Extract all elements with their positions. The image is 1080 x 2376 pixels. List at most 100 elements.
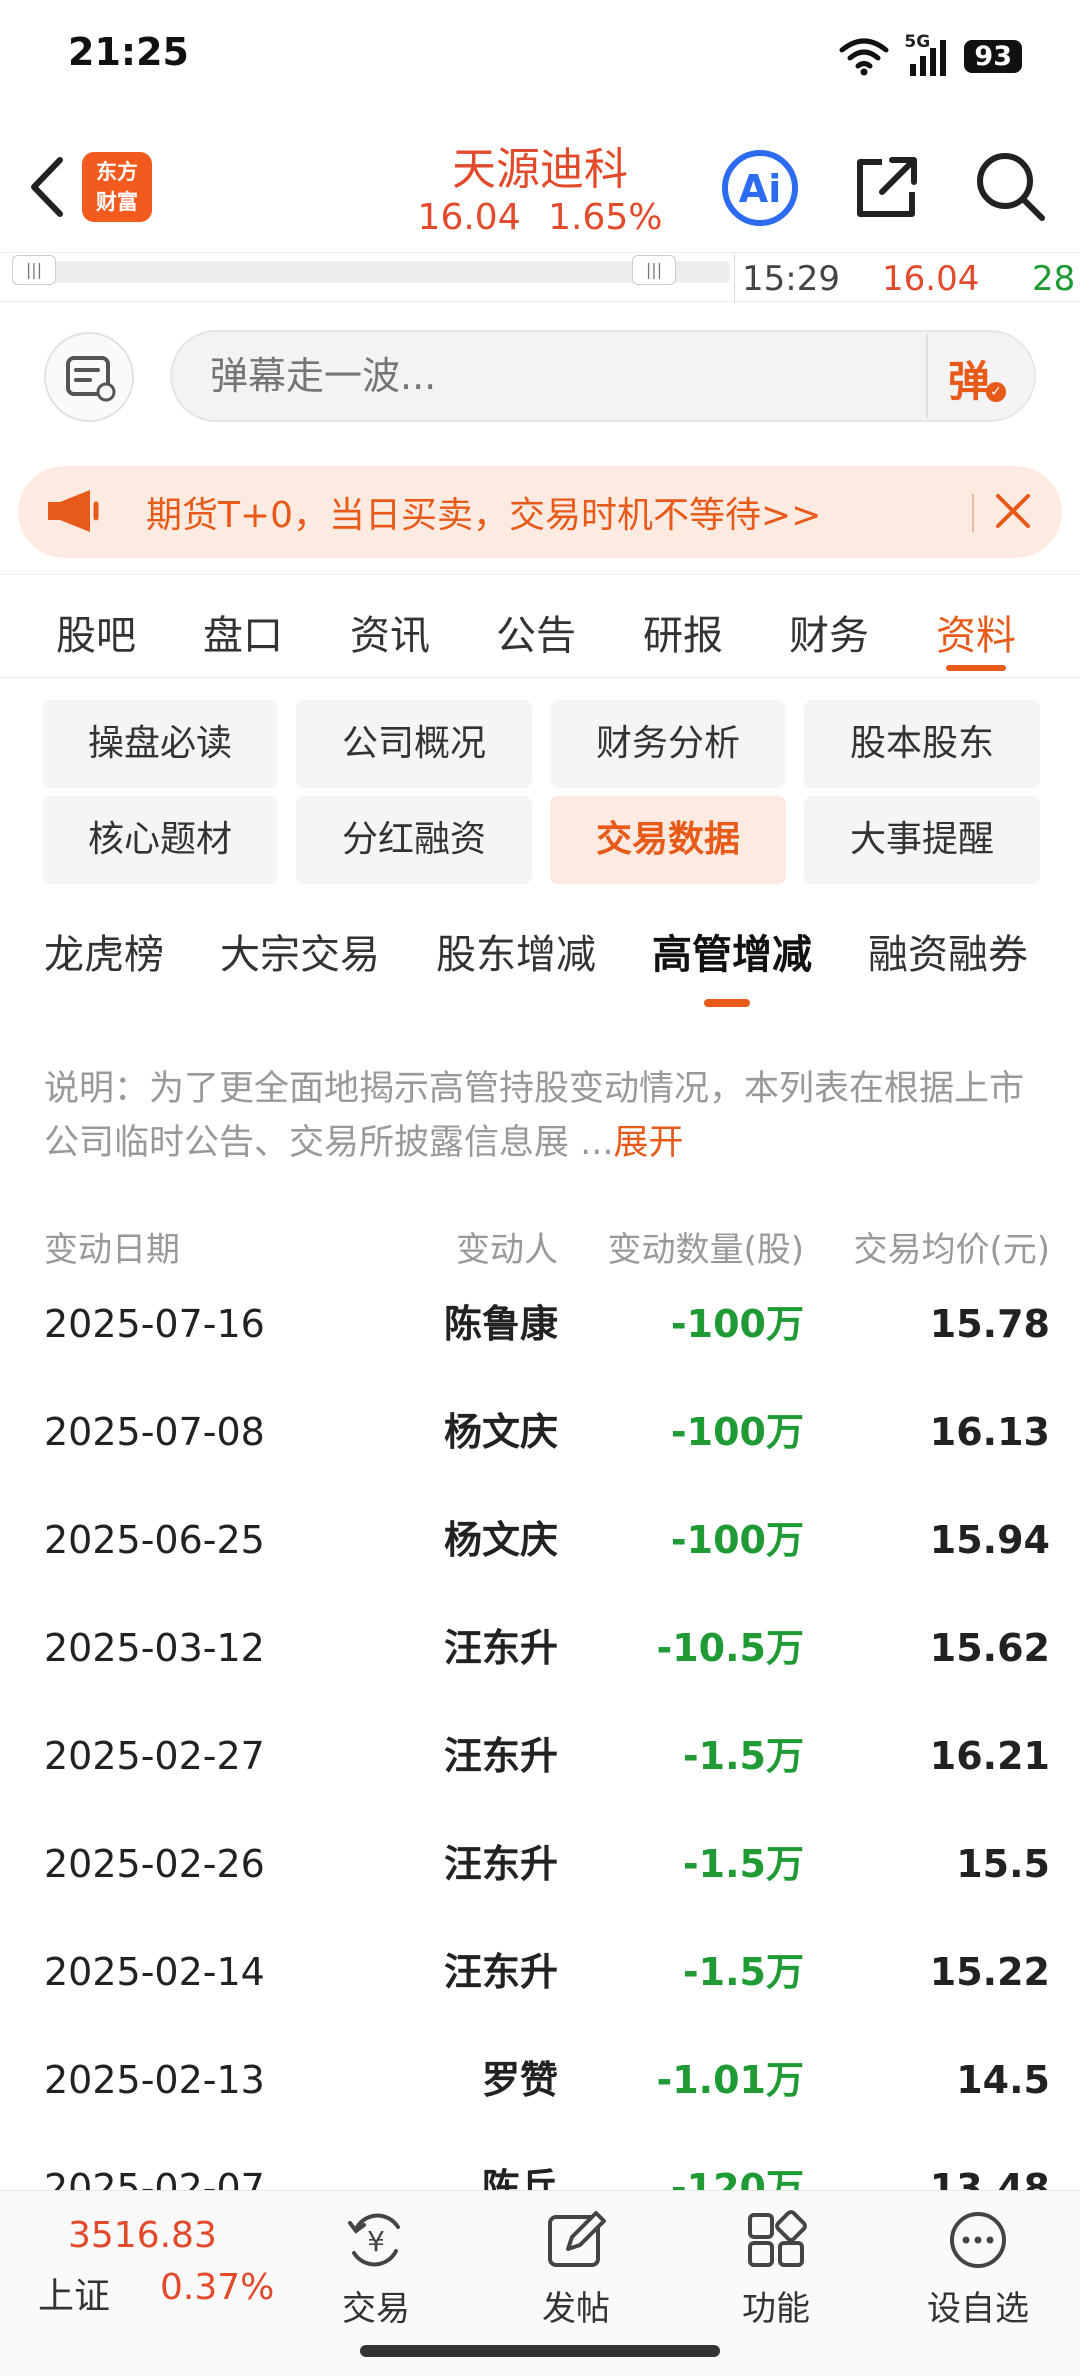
timeline-divider [734,253,735,303]
col-header-date: 变动日期 [44,1230,180,1270]
cell-quantity: -1.5万 [682,1950,804,1994]
index-value: 3516.83 [68,2215,217,2256]
yuan-cycle-icon: ¥ [348,2213,400,2267]
cell-quantity: -1.5万 [682,1842,804,1886]
network-type: 5G [904,32,931,52]
main-tab-indicator [946,665,1006,671]
expand-link[interactable]: 展开 [614,1123,684,1163]
cell-date: 2025-02-13 [44,2058,265,2102]
cell-price: 15.94 [929,1518,1050,1562]
close-icon[interactable] [990,488,1036,534]
cell-quantity: -100万 [670,1302,804,1346]
cell-price: 15.22 [929,1950,1050,1994]
nav-trade[interactable]: ¥ 交易 [306,2209,446,2330]
chip-shareholders[interactable]: 股本股东 [804,700,1040,788]
subtab-dragon-tiger[interactable]: 龙虎榜 [44,922,164,980]
subtab-block-trades[interactable]: 大宗交易 [220,922,380,980]
ai-assistant-icon[interactable]: Ai [720,148,800,228]
subtab-indicator [704,999,750,1007]
home-indicator[interactable] [360,2345,720,2357]
timeline-handle-left[interactable]: ||| [12,255,56,285]
grid-icon [748,2210,807,2267]
cell-date: 2025-07-08 [44,1410,265,1454]
danmu-divider [926,334,928,418]
tab-announcements[interactable]: 公告 [496,603,576,661]
danmu-settings-icon [66,356,116,402]
nav-functions[interactable]: 功能 [706,2209,846,2330]
cell-person: 汪东升 [443,1950,558,1994]
timeline-handle-right[interactable]: ||| [632,255,676,285]
tab-guba[interactable]: 股吧 [56,603,136,661]
status-icons: 5G 93 [838,32,1022,76]
cell-person: 汪东升 [443,1734,558,1778]
danmu-check-icon: ✓ [986,382,1006,402]
timeline-price: 16.04 [882,259,980,299]
cell-date: 2025-02-27 [44,1734,265,1778]
cell-price: 14.5 [956,2058,1050,2102]
chip-major-events[interactable]: 大事提醒 [804,796,1040,884]
cell-person: 杨文庆 [443,1518,558,1562]
chip-financial-analysis[interactable]: 财务分析 [550,700,786,788]
stock-change-pct: 1.65% [548,197,663,238]
status-time: 21:25 [68,30,189,74]
chip-core-themes[interactable]: 核心题材 [42,796,278,884]
promo-banner[interactable]: 期货T+0，当日买卖，交易时机不等待>> [18,466,1062,558]
chip-trading-data[interactable]: 交易数据 [550,796,786,884]
table-row[interactable]: 2025-06-25 杨文庆 -100万 15.94 [0,1486,1080,1594]
table-row[interactable]: 2025-02-13 罗赞 -1.01万 14.5 [0,2026,1080,2134]
cell-quantity: -1.01万 [656,2058,804,2102]
tab-research[interactable]: 研报 [643,603,723,661]
col-header-person: 变动人 [456,1230,558,1270]
col-header-avg-price: 交易均价(元) [853,1230,1050,1270]
danmu-settings-button[interactable] [44,332,134,422]
cell-price: 16.13 [929,1410,1050,1454]
nav-add-watchlist[interactable]: 设自选 [908,2209,1048,2330]
index-name: 上证 [38,2276,111,2317]
cell-price: 15.78 [929,1302,1050,1346]
table-row[interactable]: 2025-07-16 陈鲁康 -100万 15.78 [0,1270,1080,1378]
tab-news[interactable]: 资讯 [350,603,430,661]
danmu-button-label: 弹 [948,357,991,406]
cell-person: 汪东升 [443,1626,558,1670]
nav-add-watchlist-label: 设自选 [927,2289,1029,2329]
timeline-volume: 28 [1032,259,1076,299]
chip-trading-guide[interactable]: 操盘必读 [42,700,278,788]
cell-quantity: -100万 [670,1518,804,1562]
description-note: 说明：为了更全面地揭示高管持股变动情况，本列表在根据上市公司临时公告、交易所披露… [44,1062,1044,1170]
more-icon [950,2212,1006,2268]
cell-quantity: -10.5万 [656,1626,804,1670]
search-icon[interactable] [972,148,1048,224]
nav-post[interactable]: 发帖 [506,2209,646,2330]
subtab-executive-changes[interactable]: 高管增减 [652,922,812,980]
main-tabs: 股吧 盘口 资讯 公告 研报 财务 资料 [0,574,1080,678]
cell-date: 2025-07-16 [44,1302,265,1346]
subtab-shareholder-changes[interactable]: 股东增减 [436,922,596,980]
timeline-time: 15:29 [742,259,840,299]
table-row[interactable]: 2025-07-08 杨文庆 -100万 16.13 [0,1378,1080,1486]
tab-pankou[interactable]: 盘口 [203,603,283,661]
cell-person: 汪东升 [443,1842,558,1886]
table-row[interactable]: 2025-03-12 汪东升 -10.5万 15.62 [0,1594,1080,1702]
cell-quantity: -1.5万 [682,1734,804,1778]
timeline-scrubber[interactable] [12,261,730,283]
danmu-send-button[interactable]: 弹 ✓ [948,348,1012,408]
cell-price: 15.5 [956,1842,1050,1886]
chip-company-overview[interactable]: 公司概况 [296,700,532,788]
banner-divider [972,494,974,532]
share-icon[interactable] [852,152,922,222]
chip-dividend-financing[interactable]: 分红融资 [296,796,532,884]
banner-text: 期货T+0，当日买卖，交易时机不等待>> [146,495,822,536]
tab-profile[interactable]: 资料 [936,603,1016,661]
subtab-margin-trading[interactable]: 融资融券 [868,922,1028,980]
table-row[interactable]: 2025-02-14 汪东升 -1.5万 15.22 [0,1918,1080,2026]
col-header-quantity: 变动数量(股) [607,1230,804,1270]
nav-trade-label: 交易 [342,2289,410,2329]
stock-price: 16.04 [417,197,521,238]
cell-date: 2025-02-14 [44,1950,265,1994]
tab-finance[interactable]: 财务 [789,603,869,661]
table-row[interactable]: 2025-02-27 汪东升 -1.5万 16.21 [0,1702,1080,1810]
edit-icon [548,2211,606,2267]
cell-quantity: -100万 [670,1410,804,1454]
table-row[interactable]: 2025-02-26 汪东升 -1.5万 15.5 [0,1810,1080,1918]
danmu-input[interactable] [170,330,1036,422]
